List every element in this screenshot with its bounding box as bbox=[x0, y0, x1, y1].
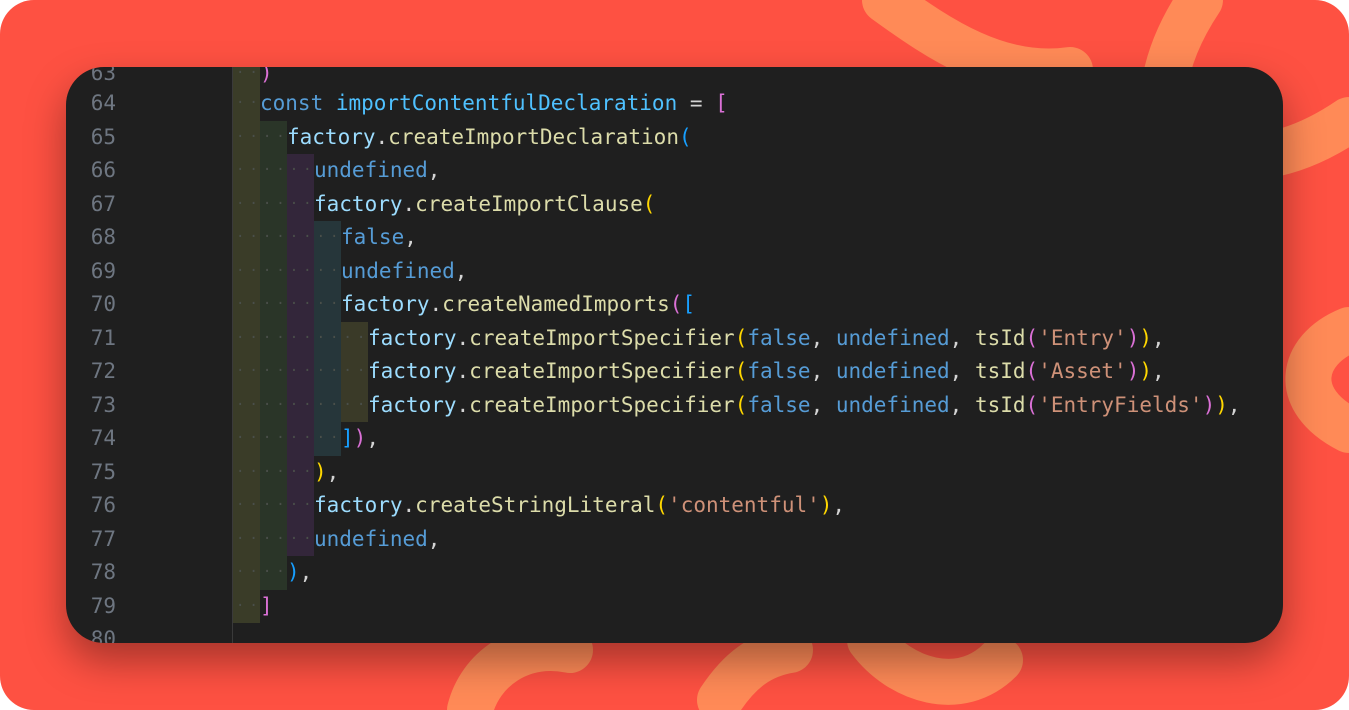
line-number: 64 bbox=[90, 91, 116, 115]
code-text: ] bbox=[260, 593, 273, 618]
code-text: ), bbox=[314, 459, 340, 484]
whitespace-dots: ········ bbox=[236, 296, 344, 312]
line-number: 65 bbox=[90, 124, 116, 149]
code-text: factory.createImportSpecifier(false, und… bbox=[368, 325, 1165, 350]
code-text: ]), bbox=[341, 426, 379, 450]
code-text: factory.createStringLiteral('contentful'… bbox=[314, 493, 846, 517]
line-number: 73 bbox=[90, 392, 116, 417]
whitespace-dots: ·· bbox=[236, 597, 263, 614]
code-line[interactable]: 73 ·········· factory.createImportSpecifie… bbox=[66, 388, 1283, 422]
line-number: 67 bbox=[90, 191, 116, 216]
whitespace-dots: ·· bbox=[236, 95, 263, 111]
code-text: undefined, bbox=[314, 526, 441, 551]
line-number: 69 bbox=[90, 258, 116, 283]
code-line[interactable]: 79 ··] bbox=[66, 589, 1283, 623]
code-line[interactable]: 69 ········ undefined, bbox=[66, 254, 1283, 288]
code-line[interactable]: 74 ········]), bbox=[66, 422, 1283, 456]
whitespace-dots: ······ bbox=[236, 162, 317, 178]
whitespace-dots: ·········· bbox=[236, 396, 371, 413]
whitespace-dots: ···· bbox=[236, 564, 290, 580]
code-line[interactable]: 64 ·· const importContentfulDeclaration = … bbox=[66, 87, 1283, 121]
code-line[interactable]: 77 ······ undefined, bbox=[66, 522, 1283, 556]
whitespace-dots: ······ bbox=[236, 530, 317, 547]
code-line[interactable]: 72 ·········· factory.createImportSpecifie… bbox=[66, 355, 1283, 389]
code-text: const importContentfulDeclaration = [ bbox=[260, 91, 728, 115]
line-number: 68 bbox=[90, 225, 116, 249]
code-text: factory.createNamedImports([ bbox=[341, 292, 696, 316]
line-number: 71 bbox=[90, 325, 116, 350]
whitespace-dots: ······ bbox=[236, 497, 317, 513]
whitespace-dots: ········ bbox=[236, 262, 344, 279]
whitespace-dots: ······ bbox=[236, 195, 317, 212]
line-number: 80 bbox=[90, 627, 116, 643]
code-text: factory.createImportClause( bbox=[314, 191, 656, 216]
line-number: 79 bbox=[90, 593, 116, 618]
whitespace-dots: ········ bbox=[236, 430, 344, 446]
code-text: factory.createImportSpecifier(false, und… bbox=[368, 392, 1241, 417]
line-number: 74 bbox=[90, 426, 116, 450]
line-number: 75 bbox=[90, 459, 116, 484]
code-line[interactable]: 80 bbox=[66, 623, 1283, 643]
whitespace-dots: ········ bbox=[236, 229, 344, 245]
whitespace-dots: ······ bbox=[236, 463, 317, 480]
line-number: 66 bbox=[90, 158, 116, 182]
line-number: 72 bbox=[90, 359, 116, 383]
line-number: 70 bbox=[90, 292, 116, 316]
whitespace-dots: ·········· bbox=[236, 363, 371, 379]
code-text: undefined, bbox=[341, 258, 468, 283]
whitespace-dots: ···· bbox=[236, 128, 290, 145]
code-line[interactable]: 76 ······ factory.createStringLiteral('con… bbox=[66, 489, 1283, 523]
code-text: false, bbox=[341, 225, 417, 249]
code-line[interactable]: 65 ···· factory.createImportDeclaration( bbox=[66, 120, 1283, 154]
code-line[interactable]: 66 ······ undefined, bbox=[66, 154, 1283, 188]
code-text: ), bbox=[287, 560, 313, 584]
whitespace-dots: ·········· bbox=[236, 329, 371, 346]
code-text: undefined, bbox=[314, 158, 441, 182]
code-editor[interactable]: 63 ··) 64 ·· const importContentfulDeclarati… bbox=[66, 67, 1283, 643]
line-number: 76 bbox=[90, 493, 116, 517]
code-line[interactable]: 78 ····), bbox=[66, 556, 1283, 590]
code-line[interactable]: 68 ········ false, bbox=[66, 221, 1283, 255]
app-background: 63 ··) 64 ·· const importContentfulDeclarati… bbox=[0, 0, 1349, 710]
code-line[interactable]: 67 ······ factory.createImportClause( bbox=[66, 187, 1283, 221]
code-text: factory.createImportSpecifier(false, und… bbox=[368, 359, 1165, 383]
line-number: 78 bbox=[90, 560, 116, 584]
code-text: factory.createImportDeclaration( bbox=[287, 124, 692, 149]
code-line[interactable]: 70 ········ factory.createNamedImports([ bbox=[66, 288, 1283, 322]
code-line[interactable]: 71 ·········· factory.createImportSpecifie… bbox=[66, 321, 1283, 355]
line-number: 77 bbox=[90, 526, 116, 551]
code-line[interactable]: 75 ······), bbox=[66, 455, 1283, 489]
